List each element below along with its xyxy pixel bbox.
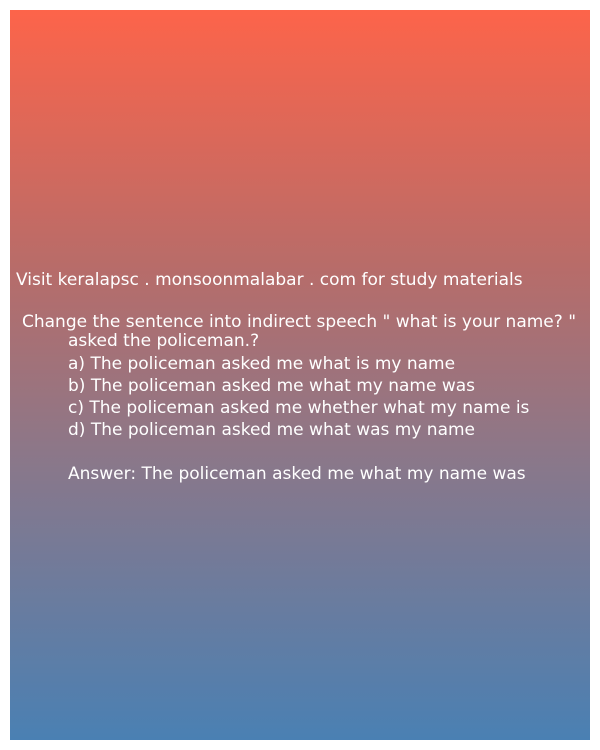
option-d: d) The policeman asked me what was my na…	[68, 420, 476, 440]
visit-site-text: Visit keralapsc . monsoonmalabar . com f…	[16, 270, 523, 290]
options-list: a) The policeman asked me what is my nam…	[68, 353, 529, 441]
answer-text: Answer: The policeman asked me what my n…	[68, 464, 526, 484]
option-b: b) The policeman asked me what my name w…	[68, 376, 476, 396]
question-line-2: asked the policeman.?	[68, 331, 260, 351]
question-line-1: Change the sentence into indirect speech…	[22, 312, 577, 332]
option-a: a) The policeman asked me what is my nam…	[68, 354, 456, 374]
question-text: Change the sentence into indirect speech…	[22, 313, 576, 351]
option-c: c) The policeman asked me whether what m…	[68, 398, 530, 418]
question-card: Visit keralapsc . monsoonmalabar . com f…	[10, 10, 590, 740]
